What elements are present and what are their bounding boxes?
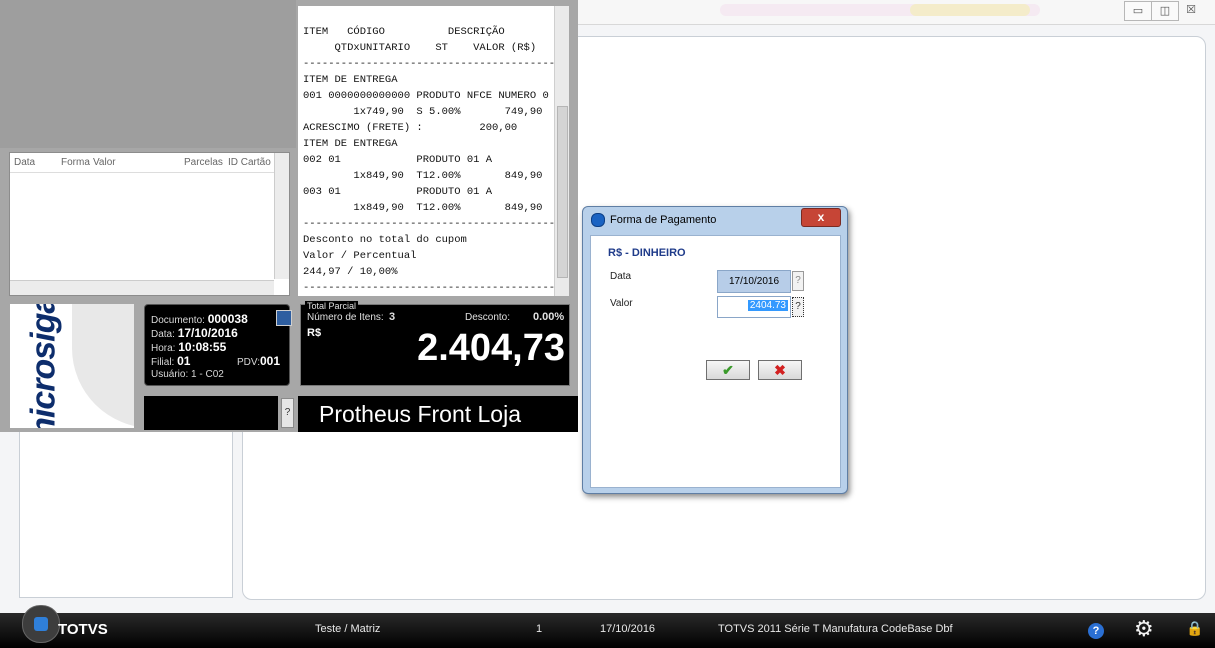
confirm-button[interactable]: ✔ (706, 360, 750, 380)
total-parcial-box: Total Parcial Número de Itens: 3 Descont… (300, 301, 570, 386)
data-field[interactable]: 17/10/2016 (717, 270, 791, 293)
cancel-button[interactable]: ✖ (758, 360, 802, 380)
logo-swoosh (72, 304, 134, 428)
valor-field-value[interactable]: 2404.73 (747, 300, 788, 311)
product-name: TOTVS 2011 Série T Manufatura CodeBase D… (718, 623, 953, 635)
discount-label: Desconto: (465, 312, 511, 323)
data-field-label: Data (610, 271, 632, 282)
payment-dialog: Forma de Pagamento x R$ - DINHEIRO Data … (582, 206, 848, 494)
minimize-button[interactable]: ▭ (1124, 1, 1152, 21)
totvs-logo-icon[interactable] (22, 605, 60, 643)
valor-help-button[interactable]: ? (792, 297, 804, 317)
receipt-panel: ITEM CÓDIGO DESCRIÇÃO QTDxUNITARIO ST VA… (298, 6, 556, 296)
company-branch: Teste / Matriz (315, 623, 381, 635)
currency-label: R$ (307, 327, 322, 339)
filial-value: 01 (177, 354, 191, 368)
status-number: 1 (536, 623, 543, 635)
items-count-label: Número de Itens: (307, 312, 384, 323)
microsiga-logo: microsiga (10, 304, 134, 428)
taskbar: TOTVS Teste / Matriz 1 17/10/2016 TOTVS … (0, 605, 1215, 648)
hora-label: Hora: (151, 343, 176, 354)
monitor-icon[interactable] (276, 310, 292, 326)
valor-field-label: Valor (610, 298, 633, 309)
lock-icon[interactable]: 🔒 (1186, 621, 1203, 637)
valor-field[interactable]: 2404.73 (717, 296, 791, 318)
left-workspace-panel (19, 420, 233, 598)
receipt-header: ITEM CÓDIGO DESCRIÇÃO QTDxUNITARIO ST VA… (303, 26, 537, 54)
help-button[interactable]: ? (281, 398, 294, 428)
dialog-body: R$ - DINHEIRO Data 17/10/2016 ? Valor 24… (590, 235, 841, 488)
close-window-button[interactable]: ☒ (1178, 1, 1204, 19)
settings-gear-icon[interactable]: ⚙ (1134, 617, 1154, 642)
front-loja-title: Protheus Front Loja (298, 396, 578, 432)
list-horizontal-scrollbar[interactable] (10, 280, 274, 295)
receipt-body: ----------------------------------------… (303, 58, 556, 294)
filial-label: Filial: (151, 357, 175, 368)
usuario-value: 1 - C02 (191, 369, 224, 380)
column-header-data[interactable]: Data (14, 157, 35, 168)
dialog-close-button[interactable]: x (801, 208, 841, 227)
pos-header-area (0, 0, 296, 148)
total-parcial-label: Total Parcial (305, 301, 359, 311)
data-label: Data: (151, 329, 175, 340)
items-count-value: 3 (389, 311, 396, 323)
receipt-scroll-thumb[interactable] (557, 106, 568, 278)
payment-method-label: R$ - DINHEIRO (608, 247, 686, 259)
data-help-button[interactable]: ? (792, 271, 804, 291)
usuario-label: Usuário: (151, 369, 189, 380)
documento-label: Documento: (151, 315, 205, 326)
documento-value: 000038 (207, 312, 248, 326)
receipt-scrollbar[interactable] (554, 6, 569, 296)
dialog-title: Forma de Pagamento (610, 214, 717, 226)
totvs-brand: TOTVS (58, 621, 108, 638)
data-value: 17/10/2016 (177, 326, 238, 340)
logo-wordmark: microsiga (24, 304, 63, 428)
document-info-box: Documento: 000038 Data: 17/10/2016 Hora:… (144, 304, 290, 386)
total-amount: 2.404,73 (417, 327, 565, 369)
dialog-app-icon (591, 213, 605, 227)
payments-list[interactable]: Data Forma Valor Parcelas ID Cartão (9, 152, 290, 296)
column-header-id-cartao[interactable]: ID Cartão (228, 157, 271, 168)
pos-window: Data Forma Valor Parcelas ID Cartão ITEM… (0, 0, 578, 432)
discount-value: 0.00% (533, 311, 565, 323)
front-loja-title-text: Protheus Front Loja (319, 401, 522, 427)
totvs-logo-mark (34, 617, 48, 631)
column-header-forma[interactable]: Forma (61, 157, 90, 168)
hora-value: 10:08:55 (178, 340, 227, 354)
background-decoration-yellow (910, 4, 1030, 16)
status-date: 17/10/2016 (600, 623, 656, 635)
help-icon[interactable]: ? (1088, 623, 1104, 639)
list-header-divider (10, 172, 274, 173)
pdv-label: PDV: (237, 357, 260, 368)
maximize-button[interactable]: ◫ (1151, 1, 1179, 21)
status-strip (144, 396, 278, 430)
column-header-parcelas[interactable]: Parcelas (184, 157, 223, 168)
list-vertical-scrollbar[interactable] (274, 153, 289, 279)
pdv-value: 001 (259, 354, 280, 368)
column-header-valor[interactable]: Valor (93, 157, 116, 168)
